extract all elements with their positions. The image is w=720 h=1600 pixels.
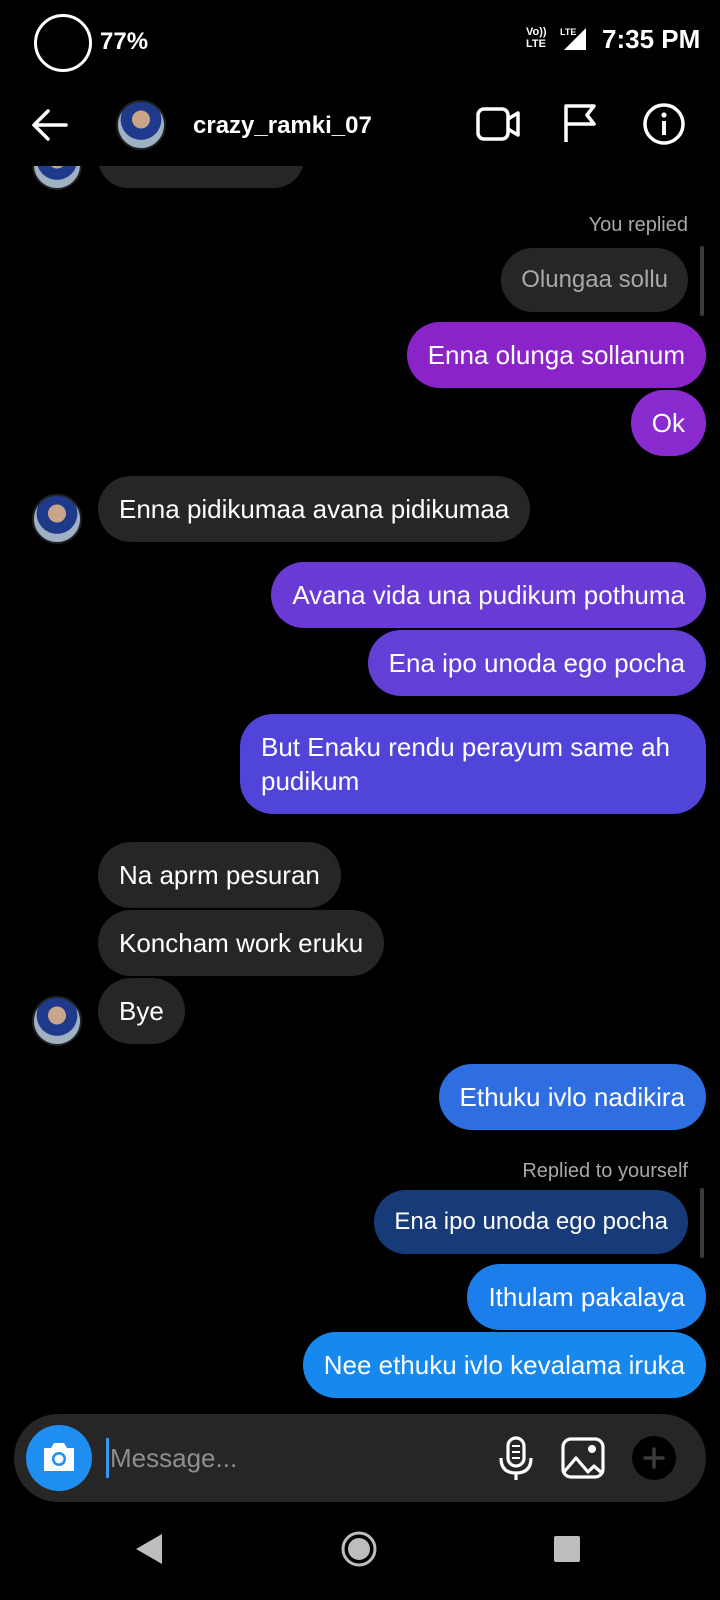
reply-label: You replied [588, 214, 688, 236]
message-bubble-received[interactable]: Koncham work eruku [98, 910, 385, 976]
volte-indicator: Vo)) LTE [526, 26, 547, 50]
nav-back-icon[interactable] [134, 1532, 166, 1566]
message-bubble-sent[interactable]: Ithulam pakalaya [467, 1264, 706, 1330]
sender-avatar [32, 166, 82, 190]
microphone-icon[interactable] [494, 1436, 538, 1482]
plus-icon [643, 1447, 665, 1469]
message-bubble-received[interactable]: Enna pidikumaa avana pidikumaa [98, 476, 531, 542]
text-caret [106, 1438, 109, 1478]
message-bubble-received[interactable]: Na aprm pesuran [98, 842, 341, 908]
reply-bar [700, 246, 704, 316]
contact-avatar[interactable] [116, 100, 166, 150]
system-navigation-bar [0, 1512, 720, 1600]
conversation-header: crazy_ramki_07 [0, 84, 720, 166]
status-bar: 77% Vo)) LTE LTE 7:35 PM [0, 0, 720, 84]
message-thread[interactable]: You replied Olungaa sollu Enna olunga so… [0, 166, 720, 1410]
battery-percent: 77% [100, 28, 149, 55]
message-bubble-sent[interactable]: Ethuku ivlo nadikira [438, 1064, 706, 1130]
signal-icon: LTE [560, 27, 586, 50]
message-bubble-sent[interactable]: But Enaku rendu perayum same ah pudikum [240, 714, 706, 814]
message-bubble-sent[interactable]: Avana vida una pudikum pothuma [271, 562, 706, 628]
message-bubble-received[interactable]: Bye [98, 978, 185, 1044]
info-icon[interactable] [642, 102, 686, 146]
flag-icon[interactable] [562, 102, 598, 144]
svg-text:LTE: LTE [560, 27, 576, 37]
reply-bar [700, 1188, 704, 1258]
camera-button[interactable] [26, 1425, 92, 1491]
quoted-message[interactable]: Olungaa sollu [501, 248, 688, 312]
nav-home-icon[interactable] [340, 1530, 378, 1568]
sender-avatar[interactable] [32, 996, 82, 1046]
clock: 7:35 PM [602, 24, 701, 54]
quoted-message[interactable]: Ena ipo unoda ego pocha [374, 1190, 688, 1254]
back-arrow-icon[interactable] [28, 105, 70, 145]
message-bubble-sent[interactable]: Enna olunga sollanum [406, 322, 706, 388]
more-options-button[interactable] [632, 1436, 676, 1480]
contact-name[interactable]: crazy_ramki_07 [193, 112, 372, 140]
video-call-icon[interactable] [476, 104, 520, 144]
sender-avatar[interactable] [32, 494, 82, 544]
message-composer [14, 1414, 706, 1502]
message-bubble-partial [98, 166, 304, 188]
gallery-icon[interactable] [560, 1436, 606, 1480]
message-bubble-sent[interactable]: Ena ipo unoda ego pocha [367, 630, 706, 696]
message-bubble-sent[interactable]: Ok [630, 390, 706, 456]
camera-icon [44, 1443, 74, 1471]
message-input[interactable] [110, 1432, 490, 1484]
battery-ring-icon [34, 14, 92, 72]
reply-label: Replied to yourself [522, 1160, 688, 1182]
nav-recents-icon[interactable] [554, 1536, 580, 1562]
message-bubble-sent[interactable]: Nee ethuku ivlo kevalama iruka [302, 1332, 706, 1398]
